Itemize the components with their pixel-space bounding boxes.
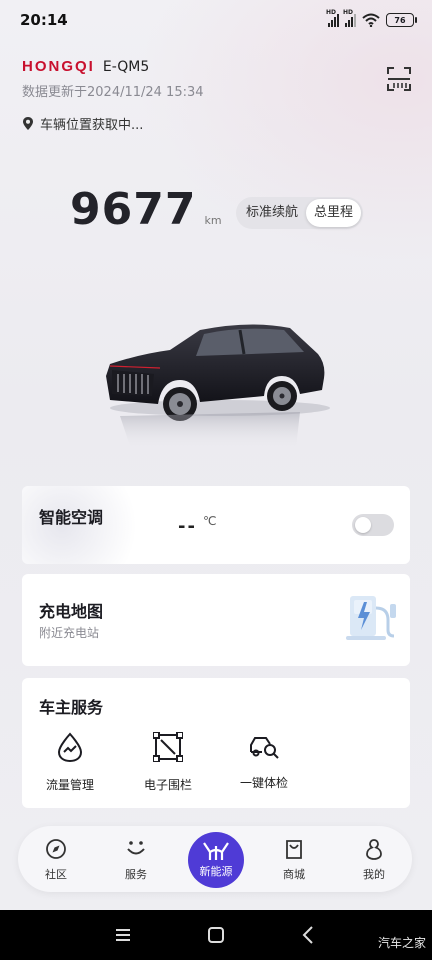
charge-map-card[interactable]: 充电地图 附近充电站 — [22, 574, 410, 666]
wifi-icon — [362, 13, 380, 27]
service-vehicle-check[interactable]: 一键体检 — [224, 732, 304, 791]
data-flow-icon — [57, 732, 83, 762]
mileage-mode-toggle[interactable]: 标准续航 总里程 — [236, 197, 364, 229]
smile-icon — [127, 841, 145, 855]
brand-row: HONGQI E-QM5 — [22, 58, 149, 75]
mileage-unit: km — [204, 214, 222, 227]
mileage-display: 9677 km — [70, 184, 222, 235]
system-navigation-bar — [0, 910, 432, 960]
ac-temperature: -- ℃ — [178, 514, 217, 537]
hongqi-logo-icon — [203, 842, 229, 860]
watermark: 汽车之家 — [377, 936, 426, 950]
charging-station-icon — [346, 596, 396, 640]
services-title: 车主服务 — [39, 698, 104, 717]
temperature-unit: ℃ — [202, 514, 217, 528]
service-geofence[interactable]: 电子围栏 — [128, 732, 208, 793]
battery-icon: 76 — [386, 13, 417, 27]
scan-icon[interactable] — [386, 66, 412, 92]
home-icon[interactable] — [205, 924, 227, 946]
car-image — [106, 324, 330, 451]
location-pin-icon — [23, 117, 33, 130]
compass-icon — [46, 839, 66, 859]
mileage-value: 9677 — [70, 184, 197, 235]
car-check-icon — [250, 737, 279, 759]
service-label: 一键体检 — [239, 776, 288, 790]
back-icon[interactable] — [298, 924, 320, 946]
ac-card[interactable]: 智能空调 -- ℃ — [22, 486, 410, 564]
signal-1-icon: HD — [326, 9, 339, 27]
tab-mall[interactable]: 商城 — [264, 838, 324, 882]
ac-title: 智能空调 — [39, 508, 104, 527]
geofence-icon — [153, 732, 183, 762]
vehicle-location[interactable]: 车辆位置获取中... — [22, 114, 143, 133]
toggle-standard-range[interactable]: 标准续航 — [238, 199, 306, 227]
temperature-value: -- — [178, 516, 197, 537]
location-text: 车辆位置获取中... — [40, 118, 144, 133]
service-label: 流量管理 — [45, 778, 94, 792]
status-time: 20:14 — [20, 11, 68, 29]
status-bar: 20:14 HD HD 76 — [0, 0, 432, 40]
toggle-total-mileage[interactable]: 总里程 — [306, 199, 362, 227]
tab-service[interactable]: 服务 — [106, 838, 166, 882]
tab-community[interactable]: 社区 — [26, 838, 86, 882]
service-label: 电子围栏 — [143, 778, 192, 792]
shopping-bag-icon — [286, 840, 302, 859]
status-icons: HD HD 76 — [326, 9, 417, 27]
ac-switch[interactable] — [352, 514, 394, 536]
bottom-tab-bar: 社区 服务 新能源 商城 我的 — [18, 826, 412, 892]
owner-services-card: 车主服务 流量管理 电子围栏 一键体检 — [22, 678, 410, 808]
charge-map-subtitle: 附近充电站 — [39, 626, 100, 640]
vehicle-model: E-QM5 — [102, 59, 150, 75]
tab-profile[interactable]: 我的 — [344, 838, 404, 882]
charge-map-title: 充电地图 — [39, 602, 104, 621]
signal-2-icon: HD — [343, 9, 356, 27]
service-data-management[interactable]: 流量管理 — [30, 732, 110, 793]
menu-icon[interactable] — [112, 924, 134, 946]
update-time: 数据更新于2024/11/24 15:34 — [22, 85, 204, 100]
tab-new-energy[interactable]: 新能源 — [188, 832, 244, 888]
brand-logo: HONGQI — [22, 58, 95, 75]
profile-icon — [366, 839, 382, 860]
